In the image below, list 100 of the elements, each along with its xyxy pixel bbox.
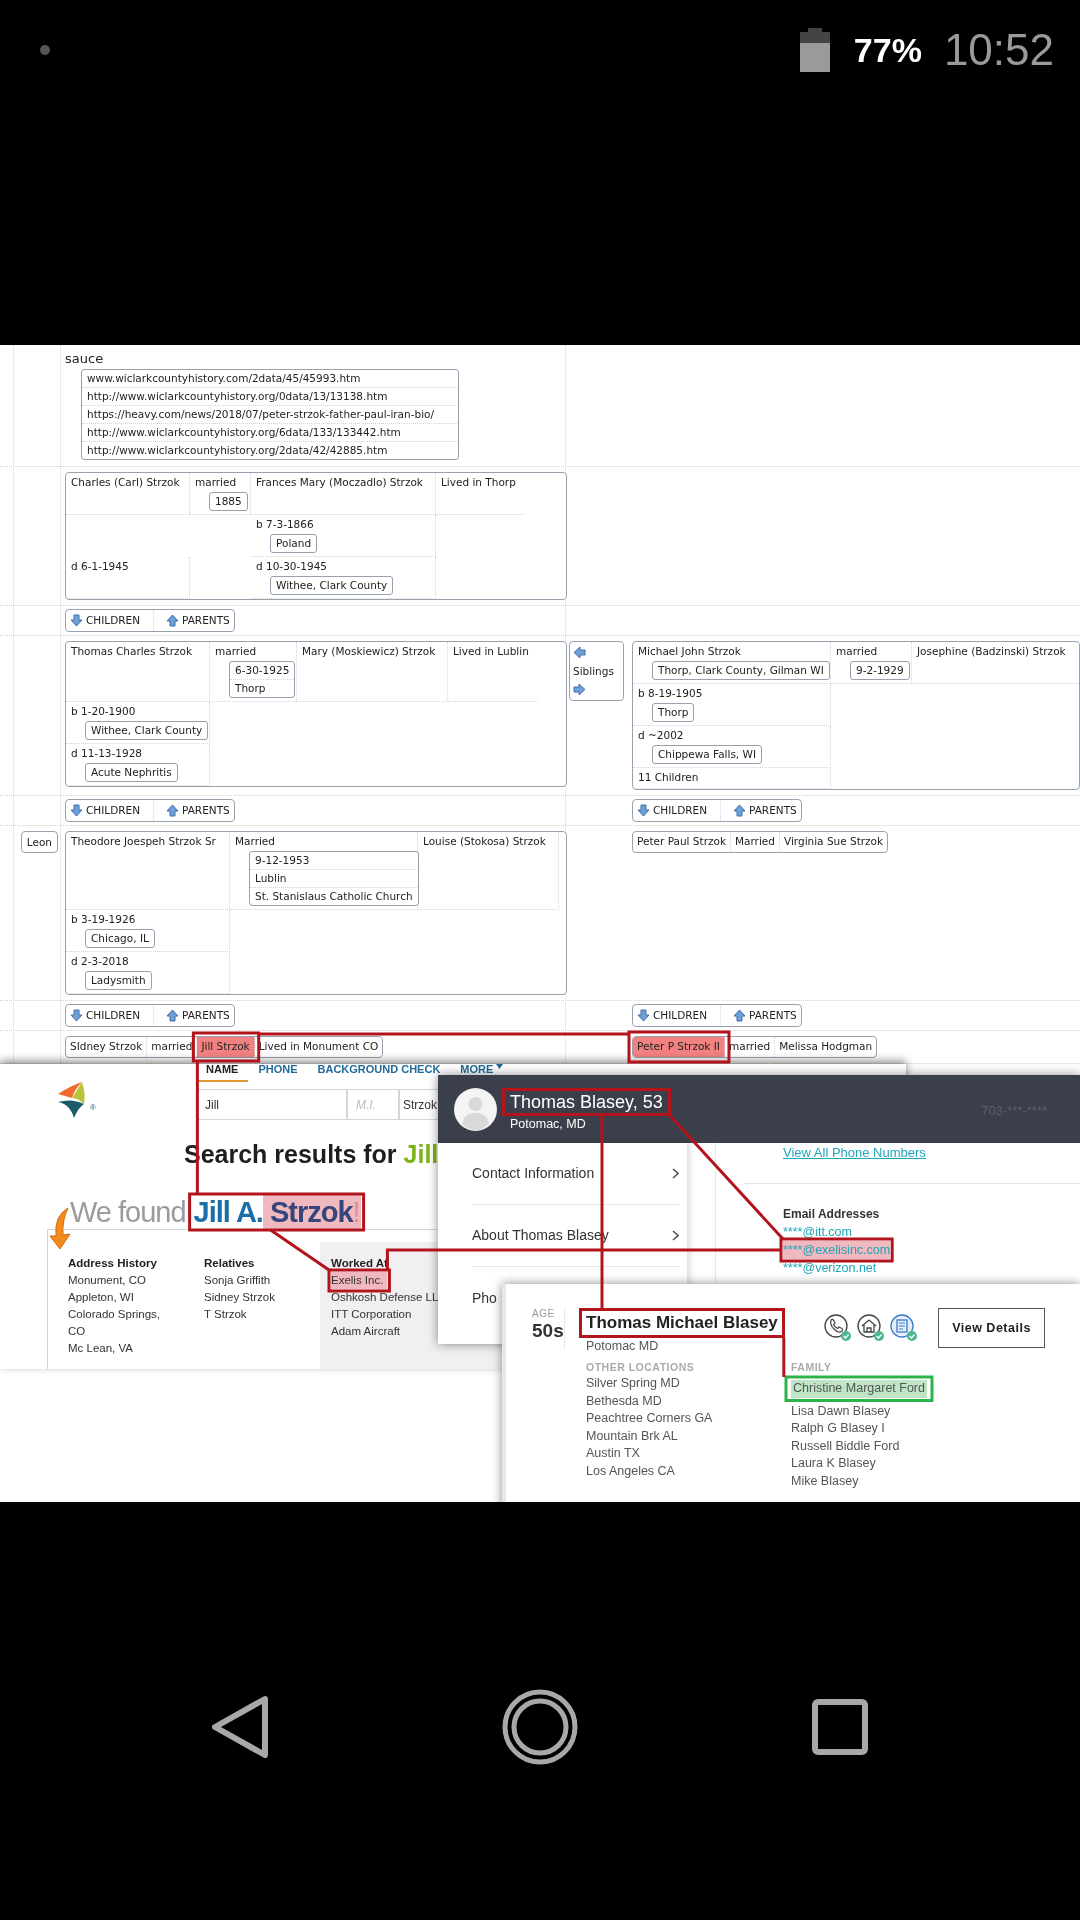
profile-menu-item[interactable]: Pho xyxy=(472,1267,497,1329)
life-event: d ~2002 xyxy=(638,728,685,743)
result-entry: Appleton, WI xyxy=(68,1290,134,1305)
battery-percentage: 77% xyxy=(853,29,922,71)
menu-item-label: Pho xyxy=(472,1288,497,1308)
family-heading: FAMILY xyxy=(791,1360,833,1375)
document-icon xyxy=(890,1314,917,1341)
parents-button[interactable]: PARENTS xyxy=(154,610,234,631)
result-entry: T Strzok xyxy=(204,1307,247,1322)
person-name: Melissa Hodgman xyxy=(778,1039,874,1055)
person-name: SIdney Strzok xyxy=(66,1037,148,1057)
life-event: b 1-20-1900 xyxy=(71,704,137,719)
home-icon[interactable] xyxy=(500,1687,580,1767)
person-name: Thomas Charles Strzok xyxy=(71,644,193,659)
profile-location: Potomac, MD xyxy=(510,1116,587,1131)
place-tag: Chippewa Falls, WI xyxy=(652,745,763,764)
family-member: Lisa Dawn Blasey xyxy=(791,1402,891,1420)
siblings-label: Siblings xyxy=(573,664,614,678)
emails-heading: Email Addresses xyxy=(783,1206,881,1223)
person-name: Mary (Moskiewicz) Strzok xyxy=(302,644,437,659)
arrow-up-icon xyxy=(166,1009,179,1022)
family-member: Laura K Blasey xyxy=(791,1455,876,1472)
age-label: AGE xyxy=(532,1308,556,1320)
arrow-left-icon xyxy=(573,646,586,659)
source-link[interactable]: https://heavy.com/news/2018/07/peter-strzok-father-paul-iran-bio/ xyxy=(82,406,458,424)
column-heading: Relatives xyxy=(204,1256,255,1271)
location-entry: Bethesda MD xyxy=(586,1392,663,1410)
marriage-detail: St. Stanislaus Catholic Church xyxy=(254,889,414,904)
name-input-field[interactable]: Strzok xyxy=(399,1089,441,1120)
nav-tab[interactable]: PHONE xyxy=(248,1064,308,1075)
arrow-up-icon xyxy=(733,804,746,817)
view-details-button[interactable]: View Details xyxy=(938,1308,1045,1348)
person-name: Charles (Carl) Strzok xyxy=(71,475,181,490)
source-link[interactable]: www.wiclarkcountyhistory.com/2data/45/45993.htm xyxy=(82,370,458,388)
life-event: d 6-1-1945 xyxy=(71,559,130,574)
trademark-mark: ® xyxy=(90,1102,96,1114)
result-entry: Sidney Strzok xyxy=(204,1290,275,1305)
phone-icon xyxy=(824,1314,851,1341)
name-input-field[interactable]: M.I. xyxy=(347,1089,399,1120)
result-entry: Mc Lean, VA xyxy=(68,1341,133,1356)
children-button[interactable]: CHILDREN xyxy=(633,800,721,821)
location-entry: Los Angeles CA xyxy=(586,1462,676,1480)
children-button[interactable]: CHILDREN xyxy=(633,1005,721,1026)
nav-tab[interactable]: NAME xyxy=(196,1064,249,1082)
place-tag: Withee, Clark County xyxy=(270,576,394,595)
section-label: sauce xyxy=(65,350,105,367)
parents-button[interactable]: PARENTS xyxy=(154,1005,234,1026)
source-link[interactable]: http://www.wiclarkcountyhistory.org/2data/42/42885.htm xyxy=(82,442,458,459)
sibling-tag[interactable]: Leon xyxy=(20,831,58,853)
next-sibling-button[interactable] xyxy=(573,683,586,696)
recent-apps-icon[interactable] xyxy=(812,1699,868,1755)
battery-icon xyxy=(799,28,830,72)
life-event: d 10-30-1945 xyxy=(256,559,329,574)
nav-tab[interactable]: MORE xyxy=(450,1064,514,1075)
parents-button[interactable]: PARENTS xyxy=(154,800,234,821)
found-label: We found xyxy=(70,1195,186,1229)
parents-button[interactable]: PARENTS xyxy=(721,1005,801,1026)
nav-tab[interactable]: BACKGROUND CHECK xyxy=(307,1064,451,1075)
place-tag: Thorp, Clark County, Gilman WI xyxy=(652,661,830,680)
house-icon xyxy=(857,1314,884,1341)
marriage-detail: 9-2-1929 xyxy=(855,663,905,678)
person-name: Theodore Joespeh Strzok Sr xyxy=(71,834,217,849)
person-name: Married xyxy=(730,832,780,852)
residence-note: Lived in Lublin xyxy=(453,644,530,659)
marriage-detail: 9-12-1953 xyxy=(250,852,418,870)
avatar-silhouette-icon xyxy=(454,1087,497,1131)
found-first-name: Jill A. xyxy=(193,1195,263,1229)
column-heading: Address History xyxy=(68,1256,157,1271)
source-link[interactable]: http://www.wiclarkcountyhistory.org/0data/13/13138.htm xyxy=(82,388,458,406)
children-button[interactable]: CHILDREN xyxy=(66,800,154,821)
search-name: Jill xyxy=(403,1140,439,1168)
curved-arrow-icon xyxy=(48,1206,72,1250)
person-name: Peter Paul Strzok xyxy=(633,832,731,852)
record-name: Thomas Michael Blasey xyxy=(579,1308,785,1338)
arrow-down-icon xyxy=(70,1009,83,1022)
children-button[interactable]: CHILDREN xyxy=(66,610,154,631)
life-event: 11 Children xyxy=(638,770,700,785)
result-entry: Oshkosh Defense LL xyxy=(331,1290,439,1305)
chevron-right-icon xyxy=(672,1230,679,1241)
marriage-detail: 6-30-1925 xyxy=(230,662,295,680)
family-member: Russell Biddle Ford xyxy=(791,1437,900,1455)
profile-menu-item[interactable]: Contact Information xyxy=(472,1143,679,1205)
source-link[interactable]: http://www.wiclarkcountyhistory.org/6data/133/133442.htm xyxy=(82,424,458,442)
place-tag: Poland xyxy=(270,534,318,553)
relation-label: married xyxy=(836,644,879,659)
caret-icon xyxy=(496,1064,504,1069)
result-entry: Colorado Springs, CO xyxy=(68,1307,162,1339)
residence-note: Lived in Thorp xyxy=(441,475,517,490)
previous-sibling-button[interactable] xyxy=(573,646,586,659)
record-location: Potomac MD xyxy=(586,1339,660,1353)
parents-button[interactable]: PARENTS xyxy=(721,800,801,821)
relation-label: married xyxy=(195,475,238,490)
marriage-detail: 1885 xyxy=(214,494,243,509)
person-name: Peter P Strzok II xyxy=(633,1037,725,1057)
result-entry: ITT Corporation xyxy=(331,1307,412,1322)
name-input-field[interactable]: Jill xyxy=(196,1089,347,1120)
relation-label: Married xyxy=(235,834,276,849)
children-button[interactable]: CHILDREN xyxy=(66,1005,154,1026)
back-icon[interactable] xyxy=(210,1695,270,1759)
highlight-frame xyxy=(191,1031,261,1063)
